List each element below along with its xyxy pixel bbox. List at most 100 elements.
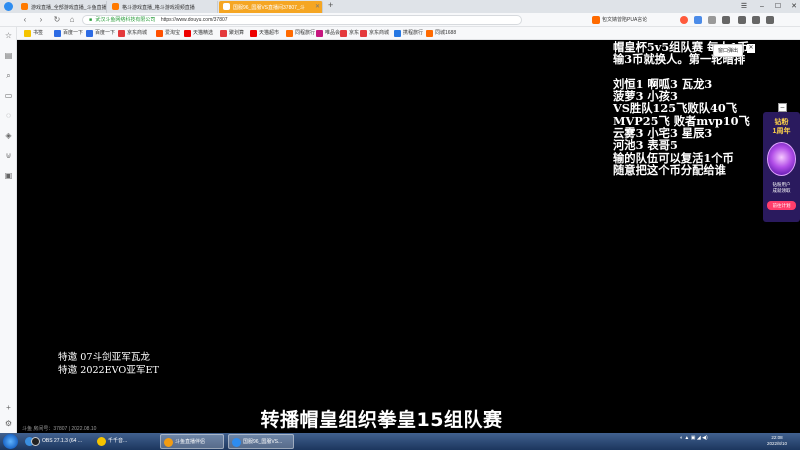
jd-icon — [360, 30, 367, 37]
rules-line: 河池3 表哥5 — [613, 138, 678, 153]
douyu-favicon-icon — [112, 3, 119, 10]
ly-icon — [286, 30, 293, 37]
douyu-icon — [164, 438, 173, 447]
browser-icon — [232, 438, 241, 447]
new-tab-button[interactable]: + — [328, 0, 333, 10]
grid-icon[interactable] — [708, 16, 716, 24]
clock-date: 2022/8/10 — [766, 441, 788, 446]
doc-icon[interactable]: ▣ — [4, 171, 13, 180]
rules-line: 随意把这个币分配给谁 — [613, 162, 726, 177]
ad-action-button[interactable]: 前往计划 — [767, 201, 796, 210]
bookmark-item[interactable]: 同城1688 — [426, 29, 456, 38]
obs-icon — [31, 437, 40, 446]
star-icon — [24, 30, 31, 37]
taskbar-item-music[interactable]: 千千音... — [94, 434, 156, 449]
undo-icon[interactable] — [738, 16, 746, 24]
bookmark-item[interactable]: 聚划算 — [220, 29, 244, 38]
jd-icon — [340, 30, 347, 37]
refresh-button[interactable]: ↻ — [52, 14, 62, 26]
menu-icon[interactable] — [766, 16, 774, 24]
ad-subtitle: 钻粉用户 成就领取 — [772, 182, 791, 193]
bookmark-item[interactable]: 天猫精选 — [184, 29, 213, 38]
bookmark-item[interactable]: 百度一下 — [86, 29, 115, 38]
douyu-favicon-icon — [223, 3, 230, 10]
tray-icons[interactable]: ◐ ▲ ▣ ◢ ◀) — [680, 435, 708, 441]
cart-icon[interactable]: ⊍ — [4, 151, 13, 160]
bookmark-item[interactable]: 百度一下 — [54, 29, 83, 38]
tab-current-stream[interactable]: 国服96_国服VS直播间37807_斗 ✕ — [219, 1, 323, 13]
left-sidebar: ☆ ▤ ⌕ ▭ ◌ ◈ ⊍ ▣ + ⚙ — [0, 27, 17, 433]
baidu-icon — [54, 30, 61, 37]
ad-collapse-button[interactable]: – — [778, 103, 787, 112]
star-icon[interactable]: ☆ — [4, 31, 13, 40]
forward-button[interactable]: › — [36, 14, 46, 26]
juhuasuan-icon — [220, 30, 227, 37]
news-headline[interactable]: 包文婧曾陷PUA言论 — [602, 15, 647, 25]
game-icon[interactable] — [680, 16, 688, 24]
guest-line: 特邀 2022EVO亚军ET — [58, 365, 159, 376]
bookmark-item[interactable]: 同程旅行 — [286, 29, 315, 38]
taobao-icon — [156, 30, 163, 37]
tab-fighting-game-live[interactable]: 格斗游戏直播_格斗游戏视频直播 — [108, 1, 218, 13]
book-icon[interactable]: ▤ — [4, 51, 13, 60]
douyu-favicon-icon — [21, 3, 28, 10]
popout-close-button[interactable]: ✕ — [747, 44, 755, 53]
url-input[interactable]: ■ 武汉斗鱼网络科技有限公司 https://www.douyu.com/378… — [82, 15, 522, 25]
screenshot-icon[interactable] — [752, 16, 760, 24]
1688-icon — [426, 30, 433, 37]
menu-icon[interactable]: ☰ — [738, 0, 750, 13]
close-tab-icon[interactable]: ✕ — [315, 3, 320, 10]
stream-caption: 转播帽皇组织拳皇15组队赛 — [260, 409, 503, 431]
browser-logo-icon[interactable] — [4, 2, 13, 11]
rules-line: VS胜队125飞败队40飞 — [613, 101, 738, 116]
bookmark-item[interactable]: 唯品会 — [316, 29, 340, 38]
screen: 游戏直播_全部游戏直播_斗鱼直播 格斗游戏直播_格斗游戏视频直播 国服96_国服… — [0, 0, 800, 450]
guests-overlay: 特邀 07斗剑亚军瓦龙 特邀 2022EVO亚军ET — [58, 351, 159, 377]
chat-icon[interactable]: ◌ — [4, 111, 13, 120]
tab-game-live[interactable]: 游戏直播_全部游戏直播_斗鱼直播 — [17, 1, 107, 13]
guest-line: 特邀 07斗剑亚军瓦龙 — [58, 352, 151, 363]
taskbar-item-douyu[interactable]: 斗鱼直播伴侣 — [160, 434, 224, 449]
game-icon[interactable]: ▭ — [4, 91, 13, 100]
bookmark-item[interactable]: 书签 — [24, 29, 43, 38]
windows-taskbar: OBS 27.1.3 (64 ... 千千音... 斗鱼直播伴侣 国服96_国服… — [0, 433, 800, 450]
maximize-button[interactable]: ☐ — [772, 0, 784, 13]
search-icon[interactable]: ⌕ — [4, 71, 13, 80]
baidu-icon — [86, 30, 93, 37]
jd-icon — [118, 30, 125, 37]
cube-icon[interactable]: ◈ — [4, 131, 13, 140]
promo-ad-panel[interactable]: 钻粉 1周年 钻粉用户 成就领取 前往计划 — [763, 112, 800, 222]
extension-icon[interactable] — [694, 16, 702, 24]
back-button[interactable]: ‹ — [20, 14, 30, 26]
address-bar: ‹ › ↻ ⌂ ■ 武汉斗鱼网络科技有限公司 https://www.douyu… — [0, 13, 800, 27]
diamond-badge-icon — [767, 142, 796, 176]
close-window-button[interactable]: ✕ — [788, 0, 800, 13]
url-text: https://www.douyu.com/37807 — [160, 17, 228, 23]
bookmark-item[interactable]: 京东 — [340, 29, 359, 38]
room-status-text: 斗鱼 房间号：37807 | 2022.08.10 — [22, 426, 97, 432]
vip-icon — [316, 30, 323, 37]
ad-title: 钻粉 1周年 — [772, 119, 791, 135]
bookmark-item[interactable]: 爱淘宝 — [156, 29, 180, 38]
rules-overlay: 帽皇杯5v5组队赛 每人1币 输3币就换人。第一轮暗排 刘恒1 啊呱3 瓦龙3 … — [613, 41, 750, 177]
news-icon[interactable] — [592, 16, 600, 24]
bookmark-item[interactable]: 京东商城 — [360, 29, 389, 38]
ctrip-icon — [394, 30, 401, 37]
lock-icon: ■ — [89, 17, 93, 23]
browser-tab-bar: 游戏直播_全部游戏直播_斗鱼直播 格斗游戏直播_格斗游戏视频直播 国服96_国服… — [0, 0, 800, 13]
scissors-icon[interactable] — [722, 16, 730, 24]
bookmarks-bar: 书签 百度一下 百度一下 京东商城 爱淘宝 天猫精选 聚划算 天猫超市 同程旅行… — [0, 27, 800, 40]
minimize-button[interactable]: – — [756, 0, 768, 13]
bookmark-item[interactable]: 携程旅行 — [394, 29, 423, 38]
popout-window-button[interactable]: 窗口弹出 — [713, 44, 744, 57]
taskbar-item-browser[interactable]: 国服96_国服VS... — [228, 434, 294, 449]
start-button[interactable] — [3, 434, 18, 449]
bookmark-item[interactable]: 京东商城 — [118, 29, 147, 38]
right-gutter — [787, 40, 800, 433]
taskbar-clock[interactable]: 22:08 2022/8/10 — [760, 435, 794, 447]
music-icon — [97, 437, 106, 446]
home-button[interactable]: ⌂ — [67, 14, 77, 26]
taskbar-item-obs[interactable]: OBS 27.1.3 (64 ... — [28, 434, 90, 449]
bookmark-item[interactable]: 天猫超市 — [250, 29, 279, 38]
site-company-label: 武汉斗鱼网络科技有限公司 — [95, 17, 156, 23]
